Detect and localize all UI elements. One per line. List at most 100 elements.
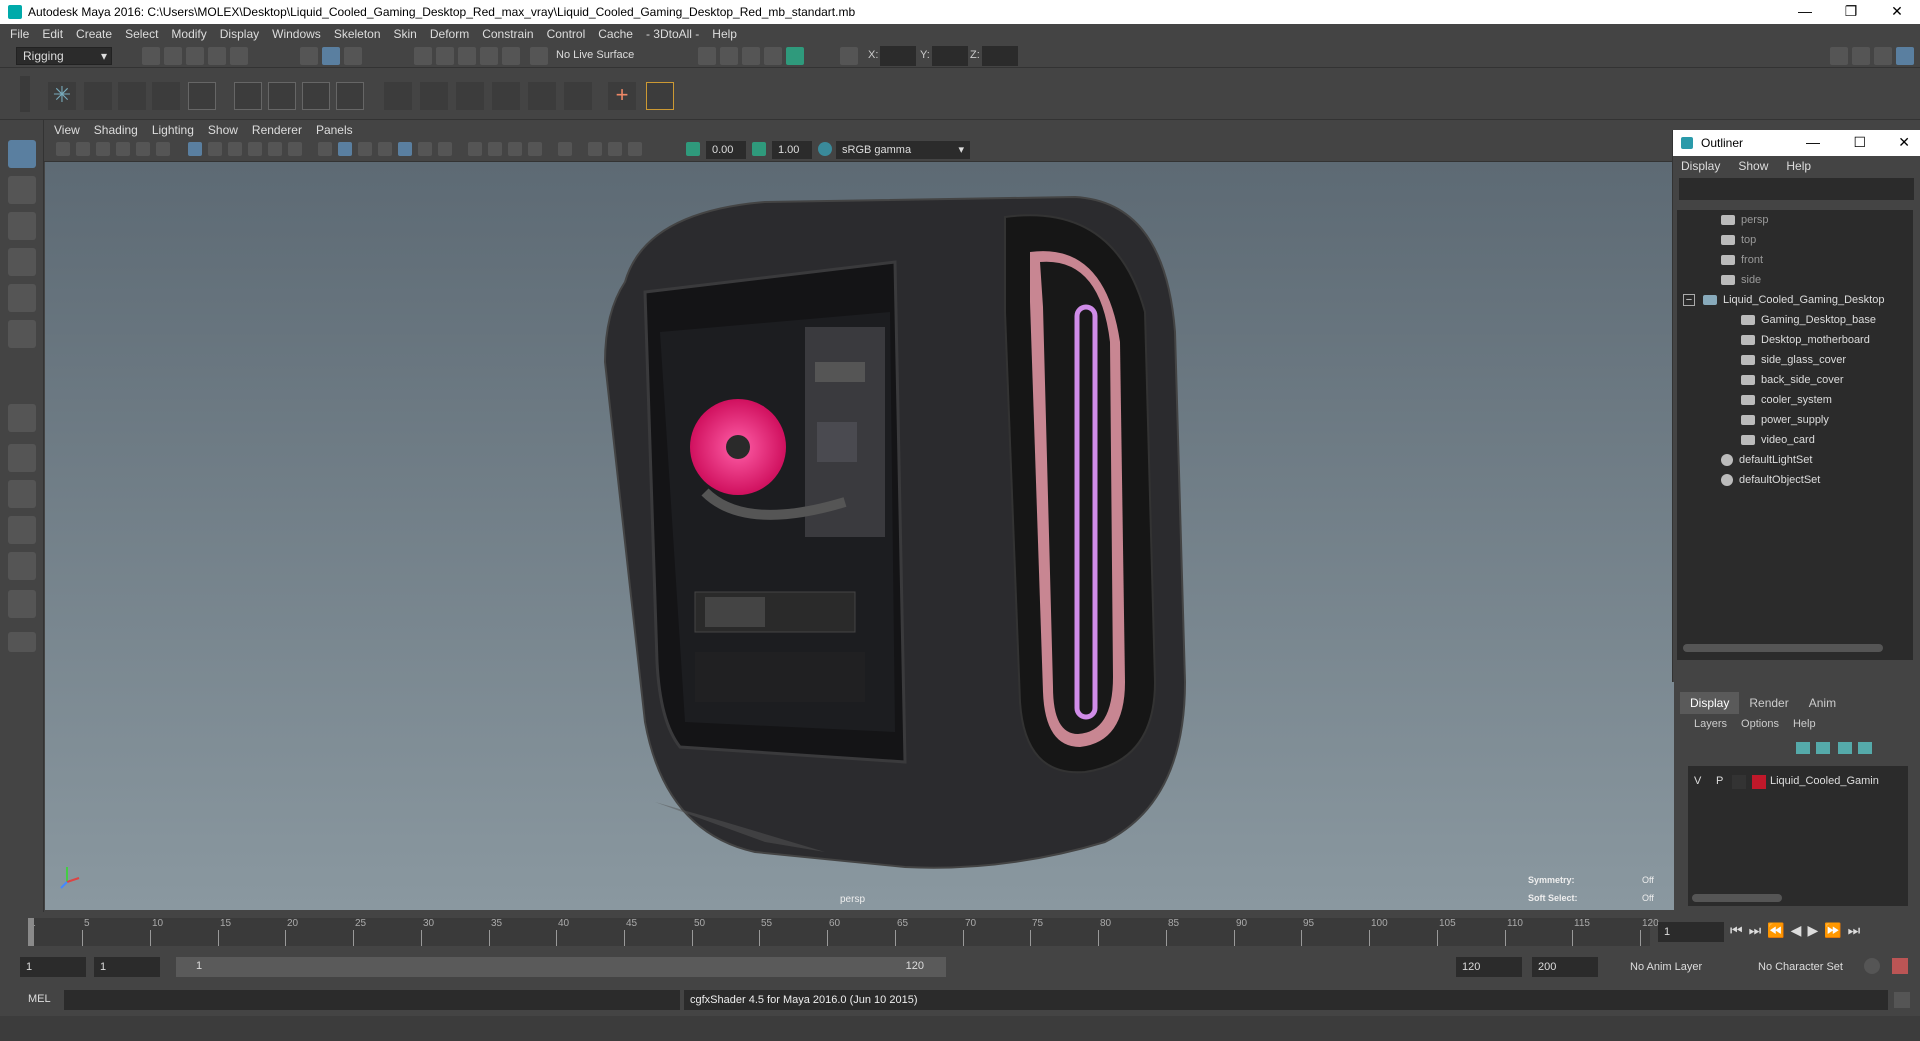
layer-scrollbar[interactable] [1692, 894, 1782, 902]
snap-plane-icon[interactable] [480, 47, 498, 65]
lasso-tool-icon[interactable] [8, 176, 36, 204]
vp-menu-show[interactable]: Show [208, 123, 238, 137]
render-view-icon[interactable] [786, 47, 804, 65]
vp-menu-lighting[interactable]: Lighting [152, 123, 194, 137]
anti-aliasing-icon[interactable] [508, 142, 522, 156]
aim-constraint-icon[interactable] [528, 82, 556, 110]
tree-item-child[interactable]: video_card [1741, 430, 1815, 450]
tree-item-child[interactable]: Gaming_Desktop_base [1741, 310, 1876, 330]
menu-skin[interactable]: Skin [394, 27, 417, 41]
ik-spline-icon[interactable] [118, 82, 146, 110]
tab-render[interactable]: Render [1739, 692, 1798, 714]
hypershade-icon[interactable] [764, 47, 782, 65]
end-time-field[interactable]: 200 [1532, 957, 1598, 977]
vp-menu-shading[interactable]: Shading [94, 123, 138, 137]
outliner-search-input[interactable] [1679, 178, 1914, 200]
point-constraint-icon[interactable] [420, 82, 448, 110]
time-ruler[interactable]: 1510152025303540455055606570758085909510… [28, 918, 1659, 946]
save-scene-icon[interactable] [186, 47, 204, 65]
select-hierarchy-icon[interactable] [300, 47, 318, 65]
two-pane-layout-icon[interactable] [8, 480, 36, 508]
current-frame-field[interactable]: 1 [1658, 922, 1724, 942]
layer-row[interactable]: V P Liquid_Cooled_Gamin [1688, 772, 1908, 792]
bind-skin-icon[interactable] [234, 82, 262, 110]
xray-icon[interactable] [588, 142, 602, 156]
step-back-frame-icon[interactable]: ⏪ [1767, 922, 1784, 939]
wireframe-icon[interactable] [318, 142, 332, 156]
tree-item-child[interactable]: cooler_system [1741, 390, 1832, 410]
outliner-menu-display[interactable]: Display [1681, 159, 1720, 173]
play-back-icon[interactable]: ◀ [1791, 922, 1802, 939]
channel-box-icon[interactable] [1896, 47, 1914, 65]
layer-menu-layers[interactable]: Layers [1694, 718, 1727, 730]
transform-mode-icon[interactable] [840, 47, 858, 65]
graph-layout-icon[interactable] [8, 552, 36, 580]
new-layer-selected-icon[interactable] [1816, 742, 1830, 754]
cluster-icon[interactable] [336, 82, 364, 110]
move-layer-down-icon[interactable] [1858, 742, 1872, 754]
x-field[interactable] [880, 46, 916, 66]
layer-menu-options[interactable]: Options [1741, 718, 1779, 730]
shelf-handle[interactable] [20, 76, 30, 112]
attribute-editor-icon[interactable] [1852, 47, 1870, 65]
gate-mask-icon[interactable] [248, 142, 262, 156]
isolate-select-icon[interactable] [558, 142, 572, 156]
rotate-tool-icon[interactable] [8, 284, 36, 312]
snap-curve-icon[interactable] [436, 47, 454, 65]
tree-item-front[interactable]: front [1721, 250, 1763, 270]
move-tool-icon[interactable] [8, 248, 36, 276]
anim-start-field[interactable]: 1 [94, 957, 160, 977]
layer-color-swatch[interactable] [1752, 775, 1766, 789]
snap-point-icon[interactable] [458, 47, 476, 65]
render-ipr-icon[interactable] [720, 47, 738, 65]
locator-icon[interactable]: + [608, 82, 636, 110]
screen-space-ao-icon[interactable] [468, 142, 482, 156]
resolution-gate-icon[interactable] [228, 142, 242, 156]
step-forward-frame-icon[interactable]: ⏩ [1824, 922, 1841, 939]
visibility-toggle[interactable]: V [1694, 775, 1701, 787]
film-gate-icon[interactable] [208, 142, 222, 156]
tree-item-child[interactable]: power_supply [1741, 410, 1829, 430]
script-type-label[interactable]: MEL [28, 993, 51, 1005]
select-tool-icon[interactable] [8, 140, 36, 168]
textured-icon[interactable] [398, 142, 412, 156]
make-live-icon[interactable] [530, 47, 548, 65]
go-to-end-icon[interactable]: ⏭ [1848, 922, 1861, 939]
menu-create[interactable]: Create [76, 27, 112, 41]
gaming-desktop-model[interactable] [45, 162, 1674, 910]
tree-item-set[interactable]: defaultObjectSet [1721, 470, 1820, 490]
mirror-joint-icon[interactable] [188, 82, 216, 110]
tree-item-side[interactable]: side [1721, 270, 1761, 290]
current-time-marker[interactable] [28, 918, 34, 946]
toolbox-expand-icon[interactable] [8, 632, 36, 652]
menu-deform[interactable]: Deform [430, 27, 469, 41]
tree-item-child[interactable]: Desktop_motherboard [1741, 330, 1870, 350]
move-layer-up-icon[interactable] [1838, 742, 1852, 754]
color-management-icon[interactable] [818, 142, 832, 156]
smooth-shade-icon[interactable] [338, 142, 352, 156]
preferences-icon[interactable] [1892, 958, 1908, 974]
collapse-icon[interactable]: − [1683, 294, 1695, 306]
maximize-icon[interactable]: ☐ [1853, 134, 1866, 151]
menu-constrain[interactable]: Constrain [482, 27, 533, 41]
tree-item-child[interactable]: back_side_cover [1741, 370, 1844, 390]
smooth-bind-icon[interactable] [268, 82, 296, 110]
tree-item-root[interactable]: − Liquid_Cooled_Gaming_Desktop [1683, 290, 1884, 310]
tool-settings-icon[interactable] [1874, 47, 1892, 65]
gamma-icon[interactable] [752, 142, 766, 156]
menu-select[interactable]: Select [125, 27, 158, 41]
start-time-field[interactable]: 1 [20, 957, 86, 977]
snap-surface-icon[interactable] [502, 47, 520, 65]
play-forward-icon[interactable]: ▶ [1807, 922, 1818, 939]
playback-toggle[interactable]: P [1716, 775, 1723, 787]
outliner-menu-show[interactable]: Show [1738, 159, 1768, 173]
menu-edit[interactable]: Edit [42, 27, 63, 41]
shadows-icon[interactable] [438, 142, 452, 156]
new-scene-icon[interactable] [142, 47, 160, 65]
exposure-icon[interactable] [686, 142, 700, 156]
pole-vector-icon[interactable] [564, 82, 592, 110]
tab-display[interactable]: Display [1680, 692, 1740, 714]
safe-action-icon[interactable] [288, 142, 302, 156]
two-d-pan-icon[interactable] [136, 142, 150, 156]
layer-menu-help[interactable]: Help [1793, 718, 1816, 730]
